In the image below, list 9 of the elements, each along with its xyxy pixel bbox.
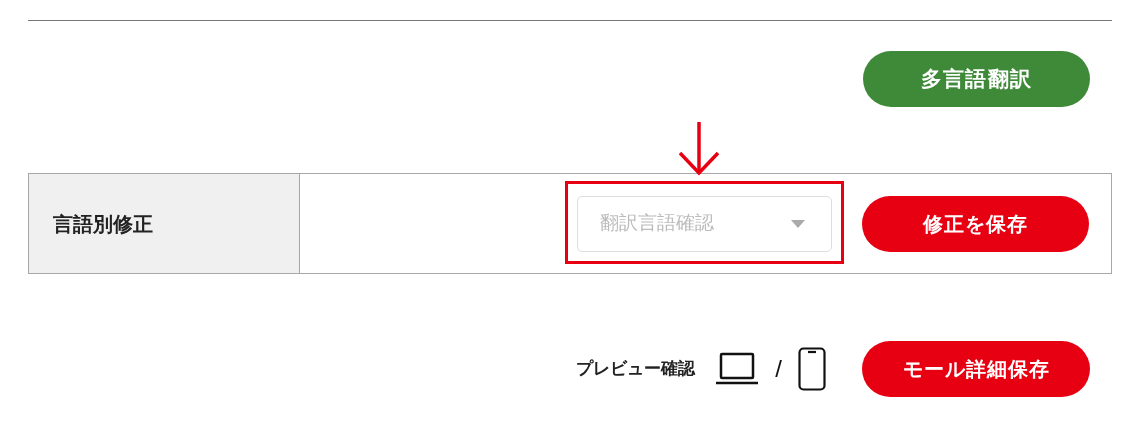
mall-save-button[interactable]: モール詳細保存 <box>862 341 1090 397</box>
preview-label: プレビュー確認 <box>576 358 696 381</box>
smartphone-icon[interactable] <box>798 347 826 391</box>
laptop-icon[interactable] <box>715 352 760 386</box>
save-button[interactable]: 修正を保存 <box>862 195 1089 252</box>
row-label: 言語別修正 <box>53 211 153 237</box>
caret-icon <box>791 219 805 228</box>
separator-text: / <box>775 354 782 384</box>
translate-button[interactable]: 多言語翻訳 <box>863 51 1090 107</box>
